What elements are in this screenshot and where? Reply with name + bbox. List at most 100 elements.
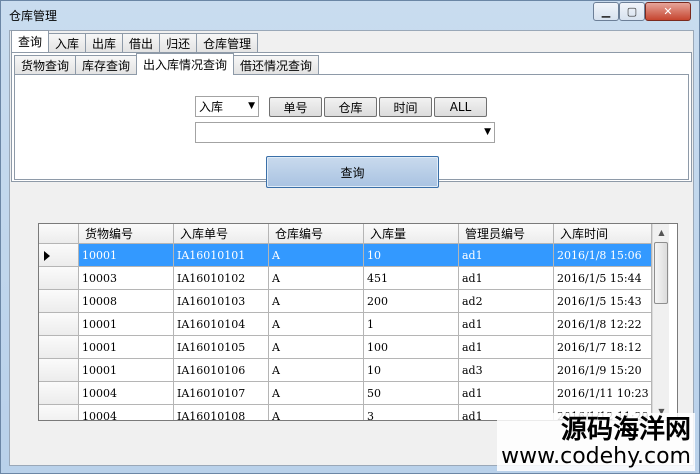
value-select[interactable]: ▼ <box>195 122 495 143</box>
table-cell[interactable]: IA16010102 <box>174 267 269 290</box>
row-header[interactable] <box>39 359 79 382</box>
column-header[interactable]: 管理员编号 <box>459 224 554 244</box>
filter-by-time-button[interactable]: 时间 <box>379 97 432 117</box>
table-cell[interactable]: IA16010101 <box>174 244 269 267</box>
row-header[interactable] <box>39 290 79 313</box>
filter-by-number-button[interactable]: 单号 <box>269 97 322 117</box>
column-header[interactable]: 仓库编号 <box>269 224 364 244</box>
vertical-scrollbar[interactable]: ▲ ▼ <box>652 224 669 420</box>
type-select[interactable]: 入库 ▼ <box>195 96 259 117</box>
filter-all-button[interactable]: ALL <box>434 97 487 117</box>
table-cell[interactable]: 200 <box>364 290 459 313</box>
column-header[interactable]: 入库单号 <box>174 224 269 244</box>
table-cell[interactable]: A <box>269 382 364 405</box>
table-cell[interactable]: 10001 <box>79 359 174 382</box>
table-cell[interactable]: 10 <box>364 359 459 382</box>
watermark: 源码海洋网 www.codehy.com <box>497 413 695 471</box>
window-title: 仓库管理 <box>9 9 58 23</box>
row-header[interactable] <box>39 405 79 420</box>
row-header[interactable] <box>39 313 79 336</box>
table-cell[interactable]: A <box>269 267 364 290</box>
table-row[interactable]: 10003 IA16010102 A 451 ad1 2016/1/5 15:44 <box>39 267 652 290</box>
sub-tab-2[interactable]: 出入库情况查询 <box>136 53 235 75</box>
top-tab-0[interactable]: 查询 <box>11 30 50 52</box>
table-cell[interactable]: 10001 <box>79 313 174 336</box>
table-cell[interactable]: 3 <box>364 405 459 420</box>
row-header[interactable] <box>39 382 79 405</box>
table-cell[interactable]: 10003 <box>79 267 174 290</box>
table-cell[interactable]: 2016/1/5 15:43 <box>554 290 652 313</box>
minimize-icon: ▁ <box>601 5 611 18</box>
table-cell[interactable]: IA16010107 <box>174 382 269 405</box>
table-cell[interactable]: ad1 <box>459 313 554 336</box>
table-cell[interactable]: 451 <box>364 267 459 290</box>
table-cell[interactable]: IA16010108 <box>174 405 269 420</box>
watermark-title: 源码海洋网 <box>560 415 691 445</box>
table-cell[interactable]: ad2 <box>459 290 554 313</box>
table-cell[interactable]: IA16010103 <box>174 290 269 313</box>
top-tab-4[interactable]: 归还 <box>159 33 198 52</box>
column-header[interactable]: 入库时间 <box>554 224 652 244</box>
table-cell[interactable]: 10004 <box>79 382 174 405</box>
table-cell[interactable]: 1 <box>364 313 459 336</box>
close-icon: ✕ <box>663 5 673 18</box>
top-tab-strip: 查询 入库 出库 借出 归还 仓库管理 <box>11 30 259 52</box>
table-cell[interactable]: 2016/1/5 15:44 <box>554 267 652 290</box>
table-cell[interactable]: A <box>269 336 364 359</box>
table-row[interactable]: 10008 IA16010103 A 200 ad2 2016/1/5 15:43 <box>39 290 652 313</box>
top-tab-1[interactable]: 入库 <box>48 33 87 52</box>
table-cell[interactable]: IA16010105 <box>174 336 269 359</box>
table-row[interactable]: 10001 IA16010106 A 10 ad3 2016/1/9 15:20 <box>39 359 652 382</box>
sub-tab-0[interactable]: 货物查询 <box>14 55 77 74</box>
table-cell[interactable]: A <box>269 405 364 420</box>
sub-tab-1[interactable]: 库存查询 <box>75 55 138 74</box>
table-row[interactable]: 10001 IA16010104 A 1 ad1 2016/1/8 12:22 <box>39 313 652 336</box>
top-tab-2[interactable]: 出库 <box>85 33 124 52</box>
title-bar[interactable]: 仓库管理 ▁ ▢ ✕ <box>1 1 700 29</box>
table-cell[interactable]: A <box>269 359 364 382</box>
table-cell[interactable]: ad1 <box>459 382 554 405</box>
table-cell[interactable]: 2016/1/8 12:22 <box>554 313 652 336</box>
column-header[interactable]: 入库量 <box>364 224 459 244</box>
close-button[interactable]: ✕ <box>645 2 691 21</box>
table-cell[interactable]: 100 <box>364 336 459 359</box>
minimize-button[interactable]: ▁ <box>593 2 619 21</box>
row-header[interactable] <box>39 244 79 267</box>
table-cell[interactable]: 2016/1/11 10:23 <box>554 382 652 405</box>
column-header[interactable]: 货物编号 <box>79 224 174 244</box>
table-cell[interactable]: ad1 <box>459 244 554 267</box>
table-row[interactable]: 10004 IA16010107 A 50 ad1 2016/1/11 10:23 <box>39 382 652 405</box>
table-cell[interactable]: IA16010106 <box>174 359 269 382</box>
table-cell[interactable]: IA16010104 <box>174 313 269 336</box>
scroll-thumb[interactable] <box>654 242 668 304</box>
app-window: 仓库管理 ▁ ▢ ✕ 查询 入库 出库 借出 归还 仓库管理 货物查询 库存查询 出入库情况查… <box>0 0 700 474</box>
scroll-up-icon[interactable]: ▲ <box>653 224 670 241</box>
table-cell[interactable]: 10001 <box>79 336 174 359</box>
maximize-button[interactable]: ▢ <box>619 2 645 21</box>
table-cell[interactable]: 2016/1/9 15:20 <box>554 359 652 382</box>
table-cell[interactable]: 2016/1/7 18:12 <box>554 336 652 359</box>
sub-tab-strip: 货物查询 库存查询 出入库情况查询 借还情况查询 <box>14 53 320 75</box>
table-cell[interactable]: A <box>269 290 364 313</box>
row-header[interactable] <box>39 267 79 290</box>
table-cell[interactable]: 10 <box>364 244 459 267</box>
table-cell[interactable]: ad1 <box>459 267 554 290</box>
results-grid[interactable]: 货物编号 入库单号 仓库编号 入库量 管理员编号 入库时间 10001 IA16010101… <box>38 223 678 421</box>
filter-by-warehouse-button[interactable]: 仓库 <box>324 97 377 117</box>
table-row[interactable]: 10001 IA16010101 A 10 ad1 2016/1/8 15:06 <box>39 244 652 267</box>
top-tab-3[interactable]: 借出 <box>122 33 161 52</box>
sub-tab-3[interactable]: 借还情况查询 <box>233 55 320 74</box>
table-cell[interactable]: 10008 <box>79 290 174 313</box>
table-cell[interactable]: 10004 <box>79 405 174 420</box>
table-cell[interactable]: A <box>269 313 364 336</box>
query-button[interactable]: 查询 <box>266 156 439 188</box>
row-header[interactable] <box>39 336 79 359</box>
table-cell[interactable]: 50 <box>364 382 459 405</box>
table-row[interactable]: 10001 IA16010105 A 100 ad1 2016/1/7 18:12 <box>39 336 652 359</box>
table-cell[interactable]: A <box>269 244 364 267</box>
table-cell[interactable]: ad1 <box>459 336 554 359</box>
table-cell[interactable]: ad3 <box>459 359 554 382</box>
table-cell[interactable]: 2016/1/8 15:06 <box>554 244 652 267</box>
table-cell[interactable]: 10001 <box>79 244 174 267</box>
top-tab-5[interactable]: 仓库管理 <box>196 33 259 52</box>
